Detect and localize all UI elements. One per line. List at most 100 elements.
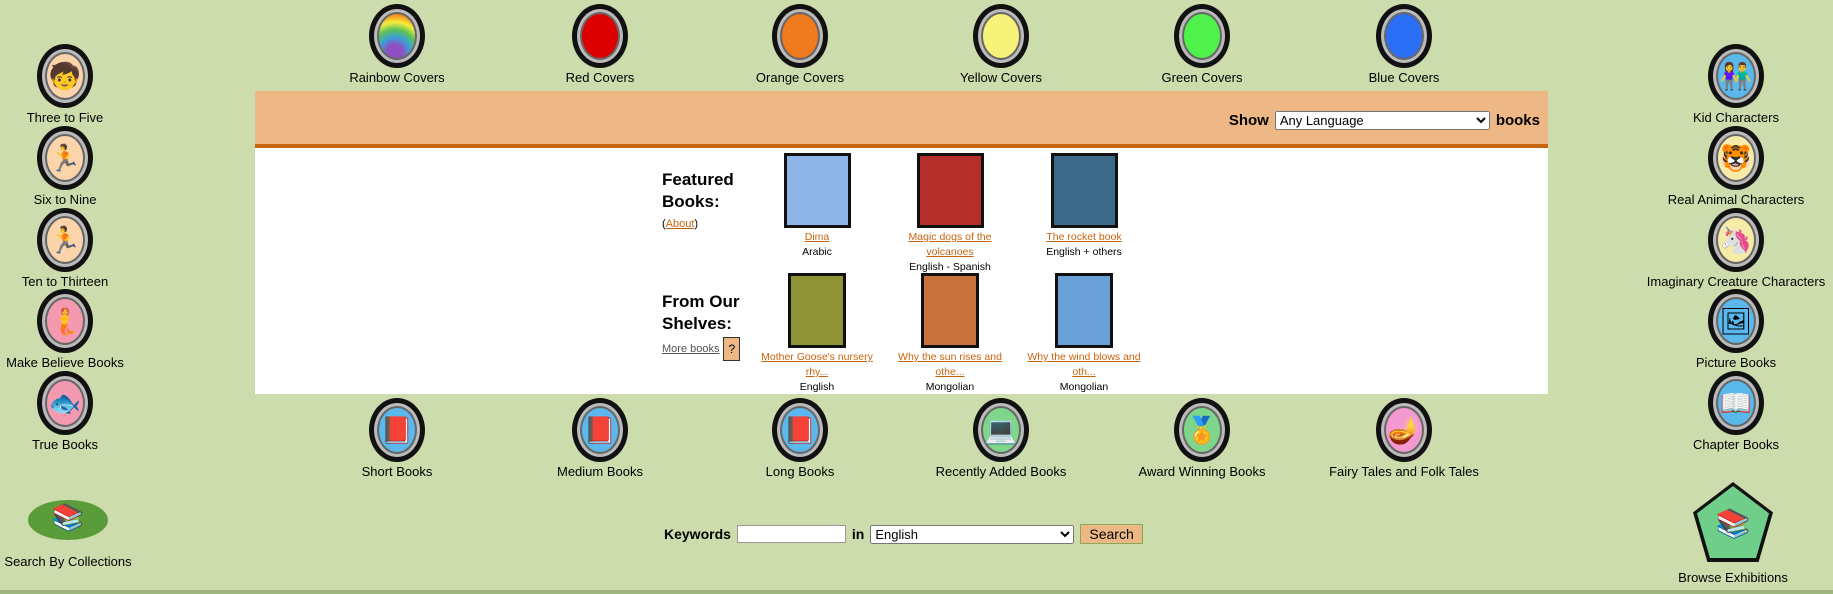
keyword-search: Keywords in English Search	[664, 524, 1143, 544]
show-label: Show	[1228, 112, 1269, 129]
book-title-link[interactable]: Why the sun rises and othe...	[898, 351, 1002, 378]
search-button[interactable]: Search	[1080, 524, 1143, 544]
book-item: Why the sun rises and othe... Mongolian	[885, 273, 1015, 395]
nav-label: Orange Covers	[755, 70, 845, 85]
about-link[interactable]: About	[666, 218, 695, 230]
nav-label: Green Covers	[1161, 70, 1243, 85]
right-nav-item[interactable]: 🐯 Real Animal Characters	[1636, 126, 1833, 207]
left-nav-item[interactable]: 🧜 Make Believe Books	[0, 289, 165, 370]
footer-line	[0, 590, 1833, 594]
nav-label: Imaginary Creature Characters	[1646, 274, 1826, 289]
nav-label: Make Believe Books	[6, 355, 124, 370]
search-by-collections-link[interactable]: 📚 Search By Collections	[0, 500, 168, 569]
nav-label: Six to Nine	[33, 192, 97, 207]
right-nav-item[interactable]: 🦄 Imaginary Creature Characters	[1636, 208, 1833, 289]
bottom-nav-item[interactable]: 📕 Long Books	[700, 398, 900, 479]
child-icon: 🧒	[37, 44, 93, 108]
book-cover[interactable]	[783, 153, 851, 228]
nav-label: Medium Books	[557, 464, 643, 479]
open-book-icon: 📖	[1708, 371, 1764, 435]
nav-label: Ten to Thirteen	[21, 274, 109, 289]
fish-icon: 🐟	[37, 371, 93, 435]
book-item: Dima Arabic	[752, 153, 882, 260]
top-nav-item[interactable]: Orange Covers	[700, 4, 900, 85]
featured-panel: Show Any Language books Featured Books: …	[255, 91, 1548, 394]
child-running-icon: 🏃	[37, 126, 93, 190]
kids-icon: 👫	[1708, 44, 1764, 108]
right-nav-item[interactable]: 🖼 Picture Books	[1636, 289, 1833, 370]
nav-label: Chapter Books	[1693, 437, 1779, 452]
top-nav-item[interactable]: Green Covers	[1102, 4, 1302, 85]
book-title-link[interactable]: The rocket book	[1046, 231, 1121, 243]
runner-icon: 🏃	[37, 208, 93, 272]
book-cover[interactable]	[1055, 273, 1113, 348]
book-cover[interactable]	[916, 153, 984, 228]
book-title-link[interactable]: Dima	[805, 231, 830, 243]
left-nav-item[interactable]: 🐟 True Books	[0, 371, 165, 452]
book-cover[interactable]	[1050, 153, 1118, 228]
bottom-nav-item[interactable]: 📕 Short Books	[297, 398, 497, 479]
language-select[interactable]: Any Language	[1274, 111, 1490, 130]
book-title-link[interactable]: Mother Goose's nursery rhy...	[761, 351, 873, 378]
keywords-input[interactable]	[736, 525, 846, 543]
book-title-link[interactable]: Magic dogs of the volcanoes	[909, 231, 992, 258]
book-item: Magic dogs of the volcanoes English - Spa…	[885, 153, 1015, 275]
nav-label: True Books	[32, 437, 98, 452]
lamp-icon: 🪔	[1376, 398, 1432, 462]
book-icon: 📕	[369, 398, 425, 462]
help-button[interactable]: ?	[723, 337, 741, 361]
browse-exhibitions-link[interactable]: 📚 Browse Exhibitions	[1633, 482, 1833, 585]
bottom-nav-item[interactable]: 💻 Recently Added Books	[901, 398, 1101, 479]
more-books-link[interactable]: More books	[662, 338, 719, 360]
nav-label: Recently Added Books	[935, 464, 1067, 479]
bottom-nav-item[interactable]: 📕 Medium Books	[500, 398, 700, 479]
right-nav-item[interactable]: 👫 Kid Characters	[1636, 44, 1833, 125]
left-nav-item[interactable]: 🧒 Three to Five	[0, 44, 165, 125]
color-swatch-icon	[1376, 4, 1432, 68]
unicorn-icon: 🦄	[1708, 208, 1764, 272]
medal-icon: 🏅	[1174, 398, 1230, 462]
nav-label: Red Covers	[565, 70, 635, 85]
book-item: Why the wind blows and oth... Mongolian	[1019, 273, 1149, 395]
book-icon: 📕	[572, 398, 628, 462]
right-nav-item[interactable]: 📖 Chapter Books	[1636, 371, 1833, 452]
nav-label: Three to Five	[26, 110, 104, 125]
left-nav-item[interactable]: 🏃 Ten to Thirteen	[0, 208, 165, 289]
top-nav-item[interactable]: Blue Covers	[1304, 4, 1504, 85]
nav-label: Long Books	[765, 464, 835, 479]
book-language: English	[799, 381, 835, 393]
top-nav-item[interactable]: Rainbow Covers	[297, 4, 497, 85]
books-stack-icon: 📚	[28, 500, 108, 540]
book-cover[interactable]	[788, 273, 846, 348]
book-icon: 📕	[772, 398, 828, 462]
color-swatch-icon	[772, 4, 828, 68]
nav-label: Award Winning Books	[1138, 464, 1266, 479]
book-item: Mother Goose's nursery rhy... English	[752, 273, 882, 395]
nav-label: Yellow Covers	[960, 70, 1042, 85]
books-label: books	[1495, 112, 1540, 129]
language-filter-bar: Show Any Language books	[255, 91, 1548, 148]
color-swatch-icon	[572, 4, 628, 68]
keywords-label: Keywords	[664, 526, 731, 542]
left-nav-item[interactable]: 🏃 Six to Nine	[0, 126, 165, 207]
bottom-nav-item[interactable]: 🏅 Award Winning Books	[1102, 398, 1302, 479]
search-language-select[interactable]: English	[870, 524, 1075, 544]
in-label: in	[851, 526, 865, 542]
color-swatch-icon	[973, 4, 1029, 68]
nav-label: Short Books	[361, 464, 433, 479]
picture-icon: 🖼	[1708, 289, 1764, 353]
book-language: Arabic	[802, 246, 832, 258]
nav-label: Blue Covers	[1368, 70, 1440, 85]
nav-label: Rainbow Covers	[349, 70, 445, 85]
rainbow-swatch-icon	[369, 4, 425, 68]
computer-icon: 💻	[973, 398, 1029, 462]
bottom-nav-item[interactable]: 🪔 Fairy Tales and Folk Tales	[1304, 398, 1504, 479]
book-item: The rocket book English + others	[1019, 153, 1149, 260]
featured-heading: Featured Books: (About)	[662, 170, 734, 230]
top-nav-item[interactable]: Red Covers	[500, 4, 700, 85]
book-title-link[interactable]: Why the wind blows and oth...	[1027, 351, 1140, 378]
mermaid-icon: 🧜	[37, 289, 93, 353]
top-nav-item[interactable]: Yellow Covers	[901, 4, 1101, 85]
book-language: Mongolian	[925, 381, 975, 393]
book-cover[interactable]	[921, 273, 979, 348]
